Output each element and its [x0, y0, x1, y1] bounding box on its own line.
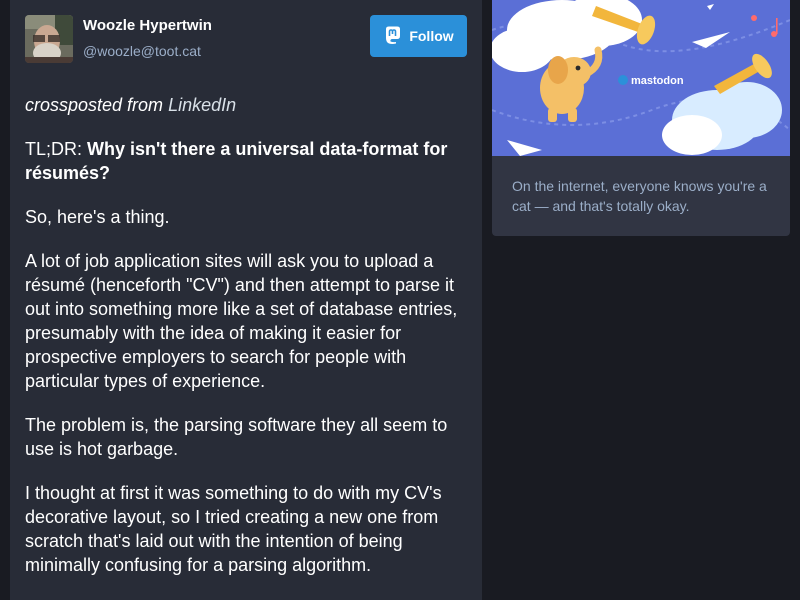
about-text: On the internet, everyone knows you're a… — [512, 178, 767, 214]
follow-button[interactable]: Follow — [370, 15, 467, 57]
mastodon-wordmark: mastodon — [631, 75, 684, 87]
post-paragraph: I thought at first it was something to d… — [25, 483, 442, 575]
tldr-prefix: TL;DR: — [25, 139, 83, 159]
post-panel: Woozle Hypertwin @woozle@toot.cat Follow… — [10, 0, 482, 600]
crosspost-line: crossposted from LinkedIn — [25, 93, 465, 117]
post-content: crossposted from LinkedIn TL;DR: Why isn… — [25, 93, 465, 597]
tldr-headline: Why isn't there a universal data-format … — [25, 139, 448, 183]
account-handle[interactable]: @woozle@toot.cat — [83, 43, 201, 59]
mastodon-icon — [383, 25, 403, 48]
about-card: mastodon On the internet, everyone knows… — [492, 0, 790, 236]
post-paragraph: The problem is, the parsing software the… — [25, 415, 448, 459]
linkedin-link[interactable]: LinkedIn — [168, 95, 236, 115]
crosspost-prefix: crossposted from — [25, 95, 164, 115]
follow-button-label: Follow — [409, 28, 454, 44]
avatar[interactable] — [25, 15, 73, 63]
post-paragraph: A lot of job application sites will ask … — [25, 251, 458, 391]
mastodon-hero-illustration: mastodon — [492, 0, 790, 156]
display-name[interactable]: Woozle Hypertwin — [83, 17, 212, 34]
tldr-paragraph: TL;DR: Why isn't there a universal data-… — [25, 137, 465, 185]
post-paragraph: So, here's a thing. — [25, 207, 170, 227]
